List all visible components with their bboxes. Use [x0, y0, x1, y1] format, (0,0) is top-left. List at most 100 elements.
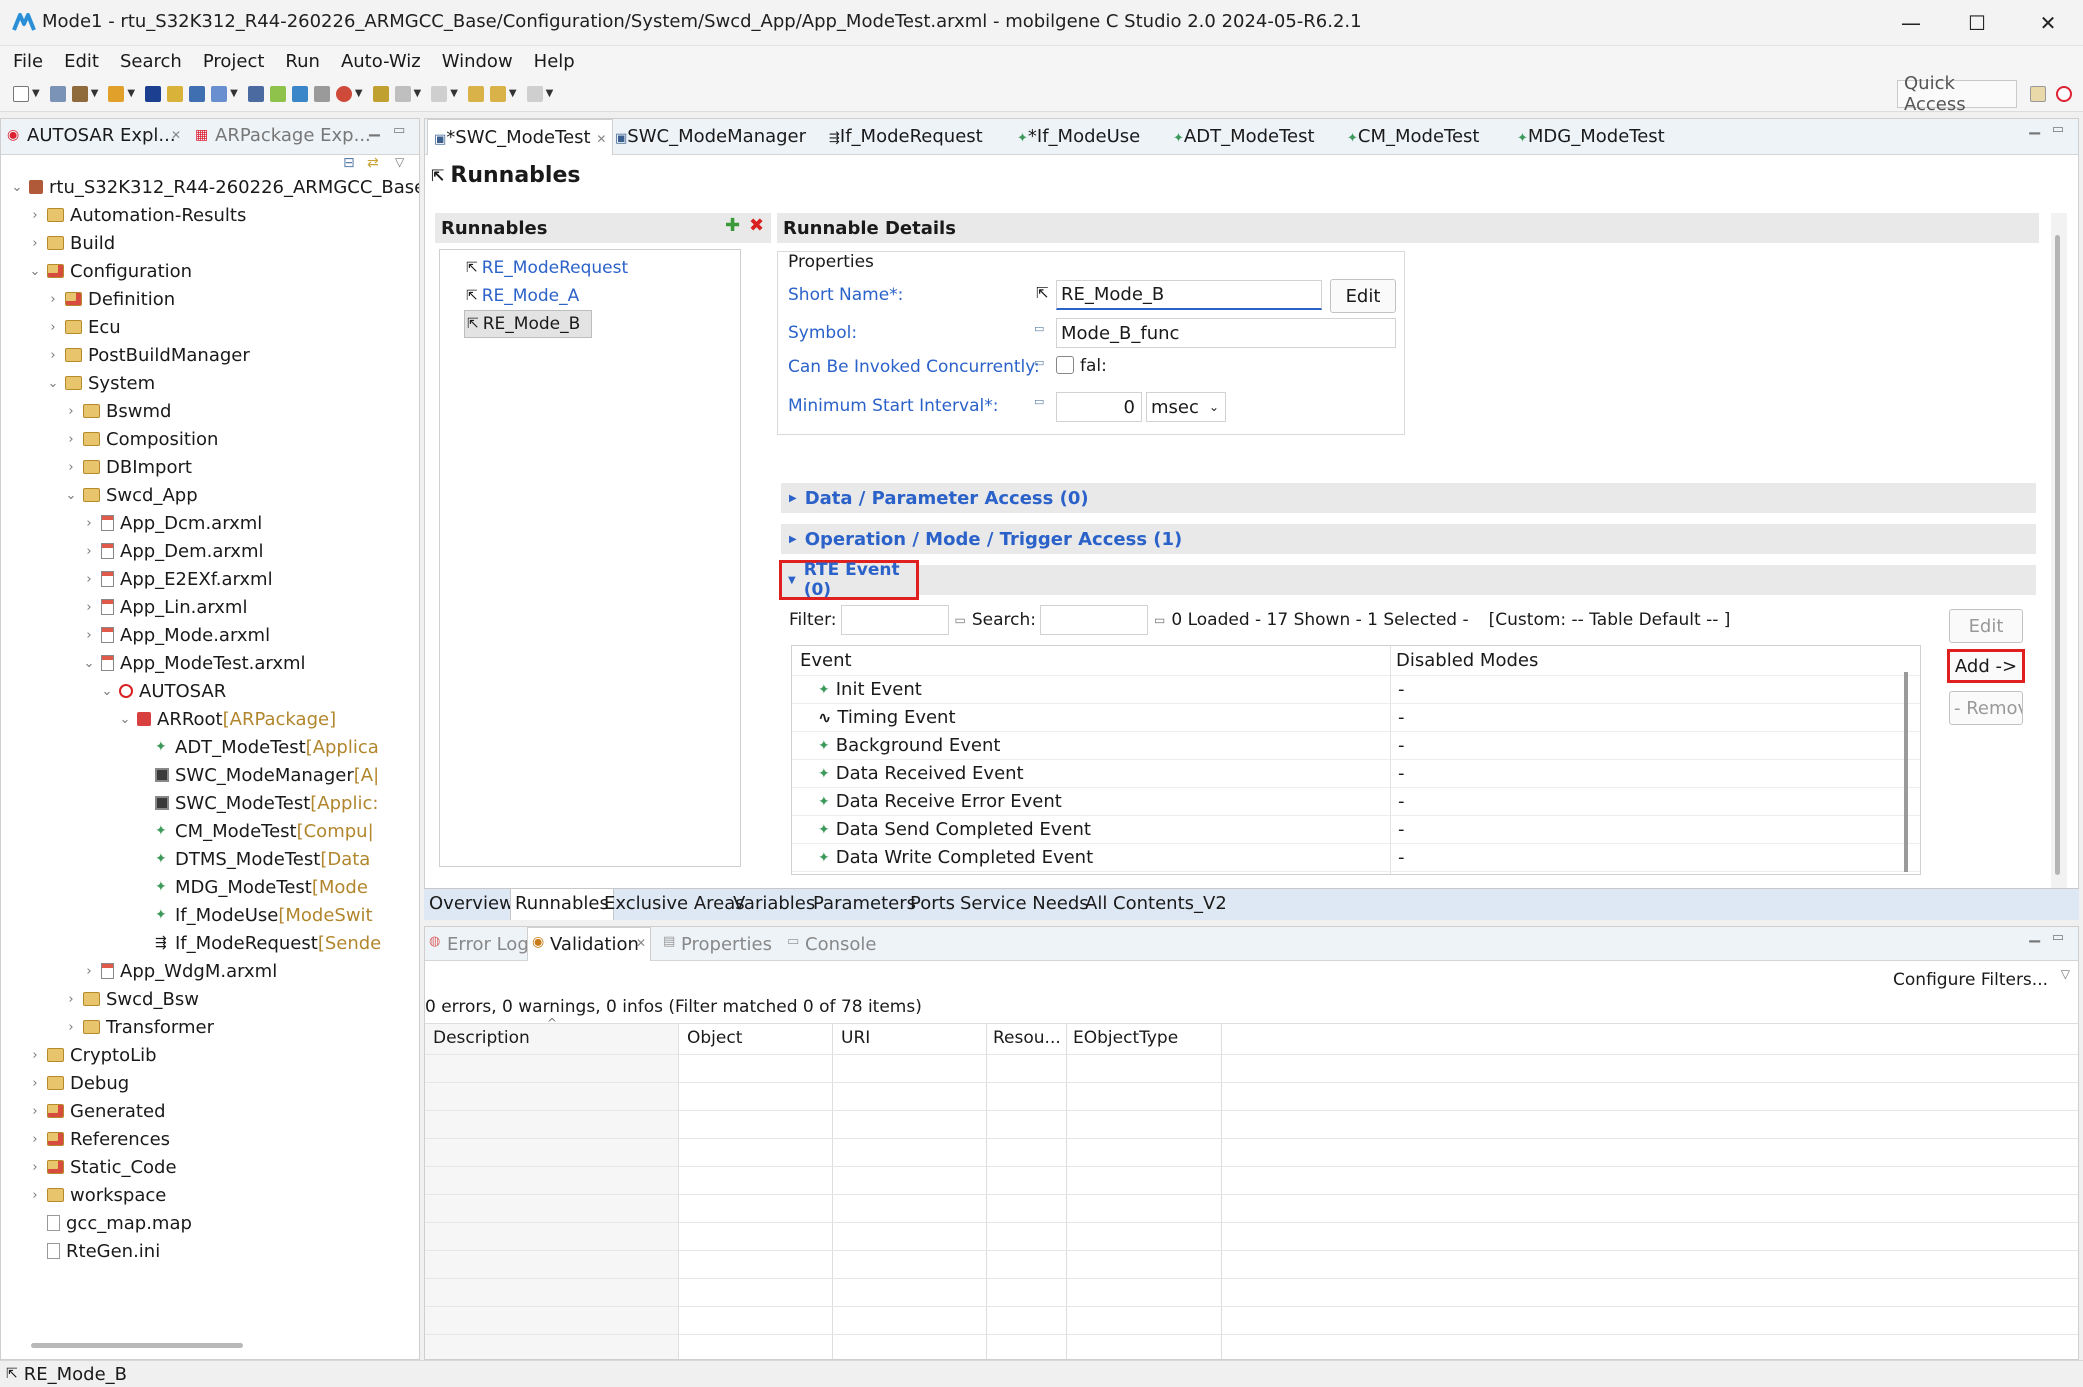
star-icon[interactable]	[167, 85, 184, 102]
data-parameter-access-section[interactable]: ▶ Data / Parameter Access (0)	[781, 483, 2036, 513]
tree-item[interactable]: ⌄ System	[1, 369, 419, 397]
tab-if-modeuse[interactable]: ✦*If_ModeUse	[1017, 126, 1140, 147]
rte-event-toggle[interactable]: ▼ RTE Event (0)	[779, 560, 919, 600]
menu-help[interactable]: Help	[534, 51, 575, 72]
page-tab-runnables[interactable]: Runnables	[510, 889, 614, 920]
tree-item[interactable]: › Generated	[1, 1097, 419, 1125]
event-row[interactable]: ✦ Data Write Completed Event -	[792, 844, 1920, 872]
collapsed-arrow-icon[interactable]: ›	[27, 1076, 43, 1091]
collapsed-arrow-icon[interactable]: ›	[27, 1188, 43, 1203]
quick-access-input[interactable]: Quick Access	[1897, 73, 2017, 115]
search-input[interactable]	[1040, 605, 1149, 635]
column-header-description[interactable]: Description	[433, 1028, 530, 1048]
tree-item[interactable]: ⌄ App_ModeTest.arxml	[1, 649, 419, 677]
expanded-arrow-icon[interactable]: ⌄	[27, 264, 43, 279]
expanded-arrow-icon[interactable]: ⌄	[45, 376, 61, 391]
event-row[interactable]: ✦ Init Event -	[792, 676, 1920, 704]
tree-item[interactable]: › CryptoLib	[1, 1041, 419, 1069]
tree-item[interactable]: ✦ If_ModeUse [ModeSwit	[1, 901, 419, 929]
tree-item[interactable]: ✦ ADT_ModeTest [Applica	[1, 733, 419, 761]
menu-auto-wiz[interactable]: Auto-Wiz	[341, 51, 421, 72]
collapsed-arrow-icon[interactable]: ›	[45, 348, 61, 363]
tree-item[interactable]: ✦ DTMS_ModeTest [Data	[1, 845, 419, 873]
tab-error-log[interactable]: Error Log	[447, 934, 529, 955]
tree-item[interactable]: › Definition	[1, 285, 419, 313]
filter-input[interactable]	[840, 605, 949, 635]
import-icon[interactable]	[211, 85, 228, 102]
tree-item[interactable]: › App_E2EXf.arxml	[1, 565, 419, 593]
grid-icon[interactable]	[247, 85, 264, 102]
tree-item[interactable]: › App_Dem.arxml	[1, 537, 419, 565]
edit-short-name-button[interactable]: Edit	[1330, 279, 1396, 313]
tree-item[interactable]: ✦ CM_ModeTest [Compu|	[1, 817, 419, 845]
dropdown-arrow-icon[interactable]: ▼	[230, 88, 238, 99]
nav-icon[interactable]	[394, 85, 411, 102]
collapsed-arrow-icon[interactable]: ›	[27, 236, 43, 251]
tree-item[interactable]: SWC_ModeTest [Applic:	[1, 789, 419, 817]
collapsed-arrow-icon[interactable]: ›	[81, 628, 97, 643]
concurrent-checkbox[interactable]	[1056, 356, 1074, 374]
tree-item[interactable]: › App_Dcm.arxml	[1, 509, 419, 537]
minimize-view-icon[interactable]: ▁	[2029, 119, 2040, 135]
operation-mode-access-section[interactable]: ▶ Operation / Mode / Trigger Access (1)	[781, 524, 2036, 554]
forward-icon[interactable]	[526, 85, 543, 102]
tree-item[interactable]: ⌄ AUTOSAR	[1, 677, 419, 705]
column-header-event[interactable]: Event	[800, 650, 852, 671]
maximize-view-icon[interactable]: ▭	[2052, 930, 2064, 945]
tree-item[interactable]: › PostBuildManager	[1, 341, 419, 369]
perspective-icon[interactable]	[2030, 86, 2046, 102]
menu-run[interactable]: Run	[285, 51, 320, 72]
short-name-input[interactable]: RE_Mode_B	[1056, 280, 1322, 310]
page-tab-all-contents[interactable]: All Contents_V2	[1085, 893, 1227, 914]
tool-icon[interactable]	[145, 85, 162, 102]
runnable-item-re-mode-b[interactable]: ⇱ RE_Mode_B	[464, 310, 592, 338]
page-tab-ports[interactable]: Ports	[910, 893, 955, 914]
dropdown-arrow-icon[interactable]: ▼	[509, 88, 517, 99]
collapsed-arrow-icon[interactable]: ›	[27, 1104, 43, 1119]
tree-item[interactable]: › Ecu	[1, 313, 419, 341]
min-interval-unit-select[interactable]: msec ⌄	[1146, 392, 1226, 422]
tree-item[interactable]: › App_Lin.arxml	[1, 593, 419, 621]
maximize-button[interactable]: ☐	[1942, 0, 2012, 46]
tab-validation[interactable]: ◉ Validation ✕	[527, 927, 651, 961]
close-window-button[interactable]: ✕	[2013, 0, 2083, 46]
autosar-perspective-icon[interactable]	[2056, 86, 2072, 102]
maximize-view-icon[interactable]: ▭	[393, 123, 405, 138]
tree-item[interactable]: › Automation-Results	[1, 201, 419, 229]
collapsed-arrow-icon[interactable]: ›	[81, 964, 97, 979]
dropdown-arrow-icon[interactable]: ▼	[32, 88, 40, 99]
tab-if-moderequest[interactable]: ⇶If_ModeRequest	[829, 126, 983, 147]
collapsed-arrow-icon[interactable]: ›	[27, 1132, 43, 1147]
tree-item[interactable]: ⇶ If_ModeRequest [Sende	[1, 929, 419, 957]
configure-filters-button[interactable]: Configure Filters...	[1893, 970, 2048, 990]
tree-item[interactable]: › App_Mode.arxml	[1, 621, 419, 649]
tab-mdg-modetest[interactable]: ✦MDG_ModeTest	[1517, 126, 1665, 147]
tab-autosar-explorer[interactable]: AUTOSAR Expl...	[27, 125, 176, 146]
tab-properties[interactable]: Properties	[681, 934, 772, 955]
collapsed-arrow-icon[interactable]: ›	[63, 460, 79, 475]
min-interval-input[interactable]: 0	[1056, 392, 1142, 422]
tab-arpackage-explorer[interactable]: ARPackage Exp...	[215, 125, 371, 146]
tree-item[interactable]: › Composition	[1, 425, 419, 453]
event-row[interactable]: ✦ Data Receive Error Event -	[792, 788, 1920, 816]
clear-filter-icon[interactable]: ▭	[955, 613, 966, 627]
event-row[interactable]: ✦ Data Received Event -	[792, 760, 1920, 788]
minimize-view-icon[interactable]: ▁	[2029, 927, 2040, 943]
tree-item[interactable]: ⌄ Configuration	[1, 257, 419, 285]
event-row[interactable]: ✦ Data Send Completed Event -	[792, 816, 1920, 844]
collapsed-arrow-icon[interactable]: ›	[45, 320, 61, 335]
add-event-button[interactable]: Add ->	[1947, 649, 2025, 683]
column-header-uri[interactable]: URI	[841, 1028, 870, 1048]
runnable-item-re-moderequest[interactable]: ⇱ RE_ModeRequest	[466, 254, 628, 282]
vertical-scrollbar[interactable]	[2051, 213, 2067, 909]
collapse-all-icon[interactable]: ⊟	[343, 155, 355, 171]
tree-item[interactable]: › References	[1, 1125, 419, 1153]
tree-item[interactable]: › Swcd_Bsw	[1, 985, 419, 1013]
dropdown-arrow-icon[interactable]: ▼	[355, 88, 363, 99]
box-icon[interactable]	[269, 85, 286, 102]
menu-project[interactable]: Project	[203, 51, 265, 72]
tab-swc-modetest[interactable]: ▣*SWC_ModeTest ✕	[427, 119, 614, 155]
tree-item[interactable]: › DBImport	[1, 453, 419, 481]
tree-item[interactable]: SWC_ModeManager [A|	[1, 761, 419, 789]
tree-item[interactable]: › Bswmd	[1, 397, 419, 425]
